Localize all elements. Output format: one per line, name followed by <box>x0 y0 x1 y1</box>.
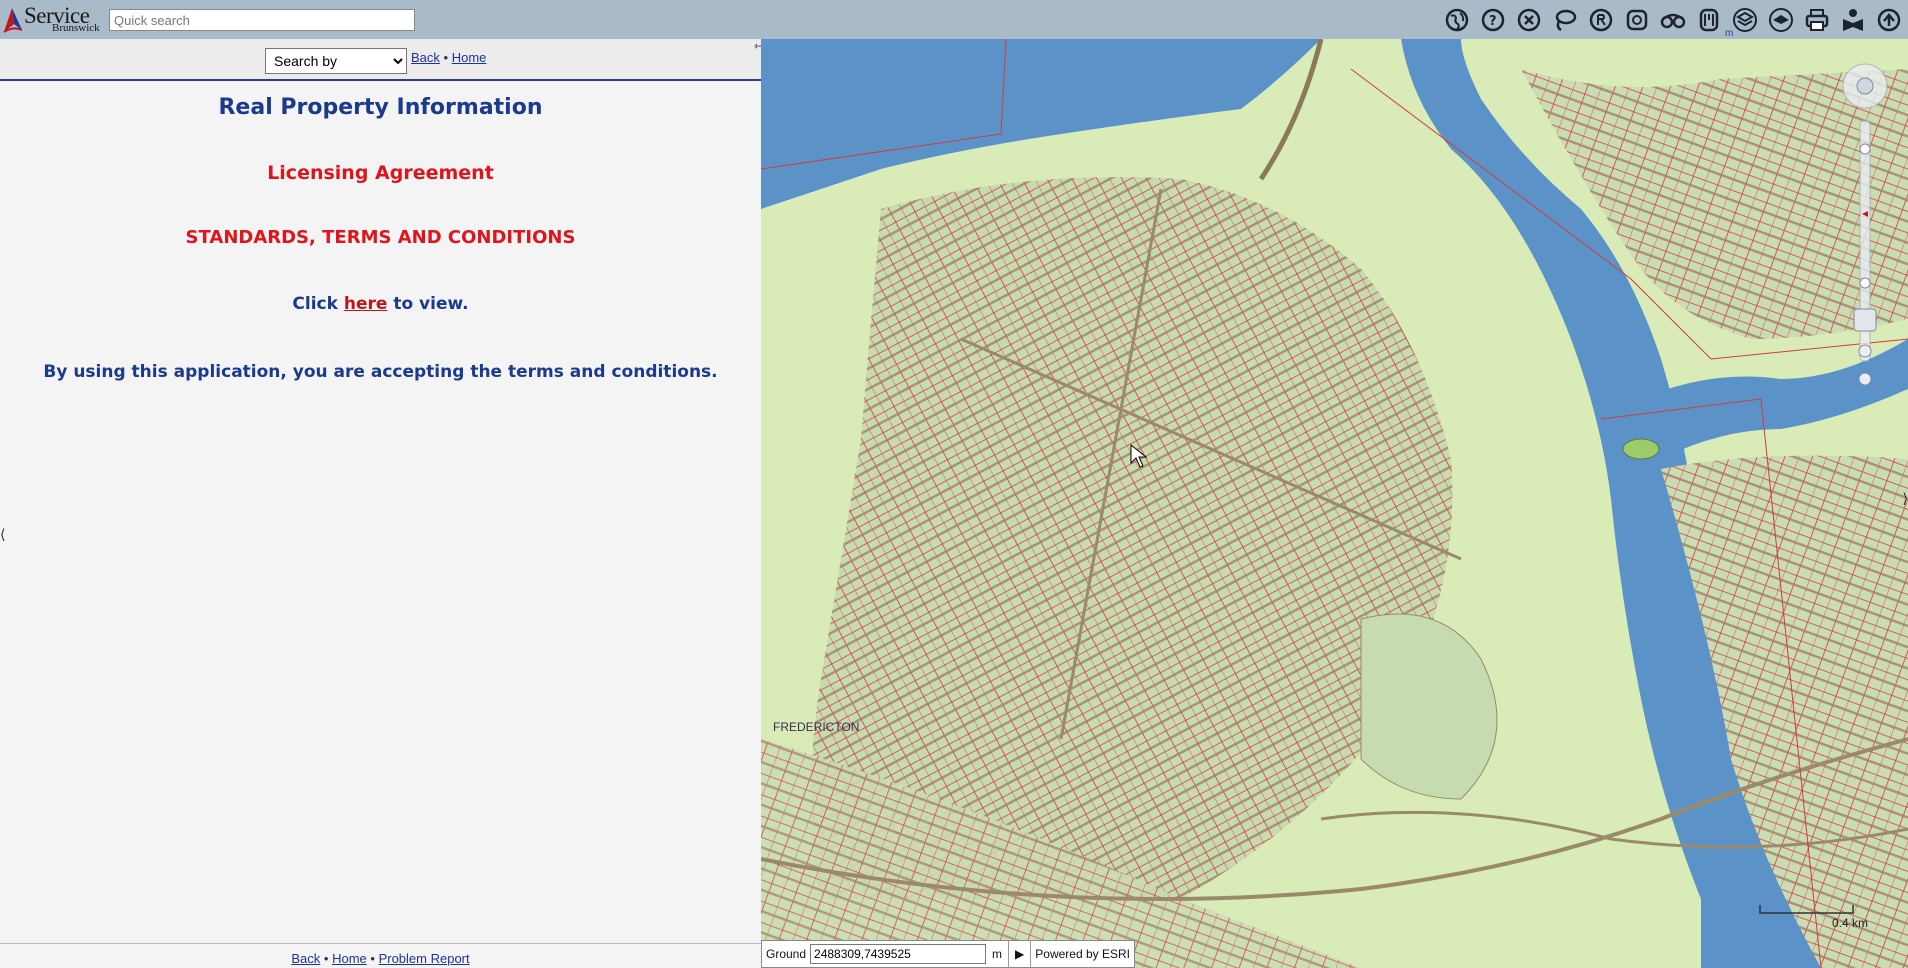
clear-icon[interactable] <box>1514 5 1544 35</box>
basemap-icon[interactable] <box>1766 5 1796 35</box>
coord-unit: m <box>992 947 1003 961</box>
map-view[interactable]: FREDERICTON ⟩ 0.4 km Ground m ▶ Powered … <box>761 39 1908 968</box>
nav-separator: • <box>443 50 449 65</box>
lasso-icon[interactable] <box>1550 5 1580 35</box>
layers-icon[interactable] <box>1730 5 1760 35</box>
back-link[interactable]: Back <box>411 50 440 65</box>
footer-home-link[interactable]: Home <box>332 951 367 966</box>
licensing-content: Real Property Information Licensing Agre… <box>0 95 761 382</box>
scale-text: 0.4 km <box>1831 916 1868 930</box>
coord-system-label: Ground <box>766 947 807 961</box>
search-by-select[interactable]: Search by <box>265 48 407 74</box>
toolbar: ? <box>1442 4 1908 36</box>
view-terms-line: Click here to view. <box>0 294 761 314</box>
binoculars-icon[interactable] <box>1658 5 1688 35</box>
zoom-controls <box>1842 63 1888 386</box>
footer-sep-2: • <box>370 951 375 966</box>
footer-back-link[interactable]: Back <box>291 951 320 966</box>
standards-heading: STANDARDS, TERMS AND CONDITIONS <box>185 227 576 248</box>
logo-mark-icon <box>3 8 23 33</box>
home-link[interactable]: Home <box>452 50 487 65</box>
footer-problem-report-link[interactable]: Problem Report <box>379 951 470 966</box>
coordinate-bar: Ground m ▶ Powered by ESRI <box>761 940 1135 968</box>
coordinate-input[interactable] <box>810 944 987 964</box>
go-to-coordinate-icon[interactable]: ▶ <box>1008 941 1030 967</box>
footer-sep-1: • <box>323 951 329 966</box>
scale-bar-graphic <box>1759 905 1854 914</box>
quick-search-input[interactable] <box>109 9 415 31</box>
panel-nav-bar: Search by Back • Home <box>0 39 761 81</box>
user-guide-icon[interactable] <box>1838 5 1868 35</box>
collapse-right-icon[interactable]: ⟩ <box>1903 491 1908 507</box>
click-suffix: to view. <box>387 294 469 314</box>
logo-text-brunswick: Brunswick <box>52 22 100 34</box>
panel-footer: Back • Home • Problem Report <box>0 943 761 968</box>
scale-bar: 0.4 km <box>1758 901 1868 941</box>
identify-icon[interactable] <box>1586 5 1616 35</box>
powered-by-esri: Powered by ESRI <box>1030 941 1134 967</box>
measure-icon[interactable] <box>1694 5 1724 35</box>
city-label: FREDERICTON <box>773 720 860 734</box>
panel-nav-links: Back • Home <box>411 50 486 65</box>
map-canvas <box>761 39 1908 968</box>
collapse-left-icon[interactable]: ⟨ <box>0 527 5 543</box>
page-title: Real Property Information <box>218 95 543 120</box>
globe-icon[interactable] <box>1442 5 1472 35</box>
map-unit-label: m <box>1725 28 1734 39</box>
left-panel: Search by Back • Home Real Property Info… <box>0 39 761 968</box>
terms-here-link[interactable]: here <box>344 294 388 314</box>
print-icon[interactable] <box>1802 5 1832 35</box>
svg-text:?: ? <box>1489 14 1497 29</box>
click-prefix: Click <box>292 294 344 314</box>
about-icon[interactable] <box>1874 5 1904 35</box>
top-bar: Service Brunswick ? m <box>0 0 1908 39</box>
select-area-icon[interactable] <box>1622 5 1652 35</box>
accept-terms-notice: By using this application, you are accep… <box>43 362 718 382</box>
help-cursor-icon[interactable]: ? <box>1478 5 1508 35</box>
service-new-brunswick-logo[interactable]: Service Brunswick <box>2 2 100 36</box>
licensing-heading: Licensing Agreement <box>267 162 494 184</box>
